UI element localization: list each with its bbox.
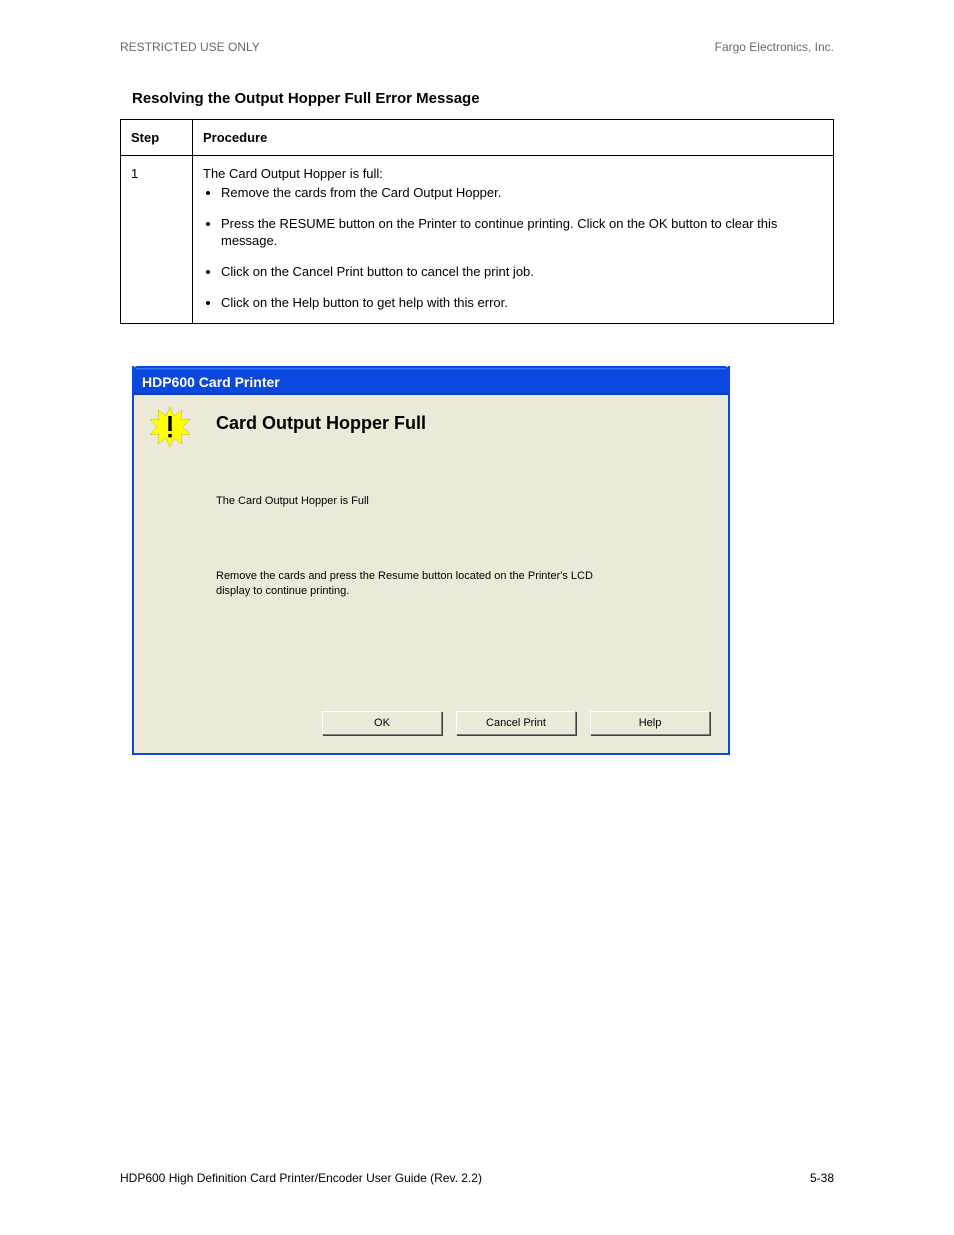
- footer-left: HDP600 High Definition Card Printer/Enco…: [120, 1171, 482, 1185]
- list-item: Press the RESUME button on the Printer t…: [221, 216, 823, 250]
- cancel-print-button[interactable]: Cancel Print: [456, 711, 576, 735]
- dialog-message-2: Remove the cards and press the Resume bu…: [216, 569, 616, 599]
- dialog-title-text: HDP600 Card Printer: [142, 374, 280, 390]
- solution-table: Step Procedure 1 The Card Output Hopper …: [120, 119, 834, 324]
- dialog-button-row: OK Cancel Print Help: [322, 711, 710, 735]
- warning-icon: [150, 407, 190, 447]
- list-item: Click on the Cancel Print button to canc…: [221, 264, 823, 281]
- col-proc-header: Procedure: [193, 120, 834, 156]
- procedure-cell: The Card Output Hopper is full: Remove t…: [193, 156, 834, 324]
- dialog-titlebar[interactable]: HDP600 Card Printer: [132, 366, 730, 395]
- table-row: 1 The Card Output Hopper is full: Remove…: [121, 156, 834, 324]
- list-item: Click on the Help button to get help wit…: [221, 295, 823, 312]
- procedure-list: Remove the cards from the Card Output Ho…: [221, 185, 823, 311]
- dialog-heading: Card Output Hopper Full: [216, 413, 706, 434]
- footer-right: 5-38: [810, 1171, 834, 1185]
- ok-button[interactable]: OK: [322, 711, 442, 735]
- procedure-intro: The Card Output Hopper is full:: [203, 166, 823, 181]
- section-title: Resolving the Output Hopper Full Error M…: [132, 90, 834, 107]
- step-cell: 1: [121, 156, 193, 324]
- table-header-row: Step Procedure: [121, 120, 834, 156]
- list-item: Remove the cards from the Card Output Ho…: [221, 185, 823, 202]
- page-footer: HDP600 High Definition Card Printer/Enco…: [120, 1171, 834, 1185]
- col-step-header: Step: [121, 120, 193, 156]
- doc-header-right: Fargo Electronics, Inc.: [715, 40, 834, 54]
- error-dialog: HDP600 Card Printer Card Output Hopper F…: [132, 366, 730, 755]
- dialog-body: Card Output Hopper Full The Card Output …: [134, 395, 728, 753]
- doc-header-left: RESTRICTED USE ONLY: [120, 40, 260, 54]
- dialog-message-1: The Card Output Hopper is Full: [216, 494, 706, 509]
- help-button[interactable]: Help: [590, 711, 710, 735]
